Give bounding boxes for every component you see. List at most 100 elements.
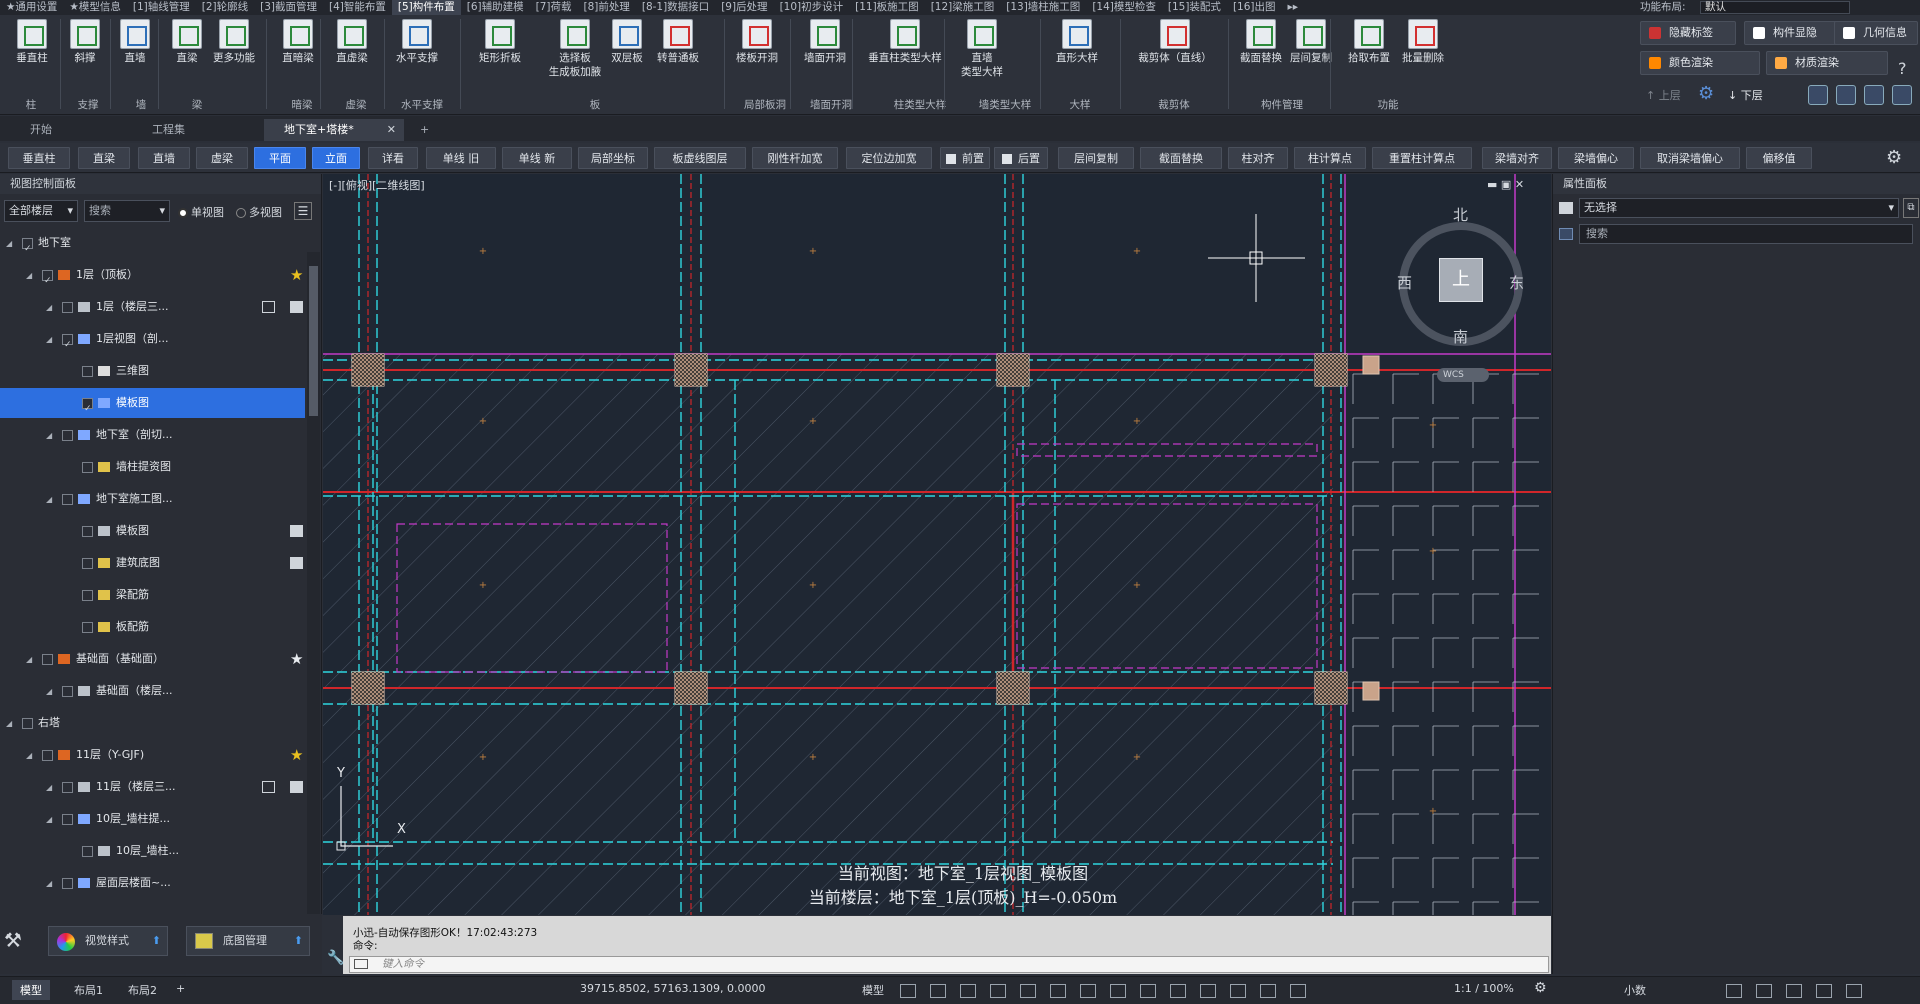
wrench-icon[interactable]: 🔧	[327, 950, 344, 966]
toolbar-button[interactable]: 截面替换	[1140, 147, 1222, 169]
floor-down-button[interactable]: ↓ 下层	[1728, 87, 1763, 103]
tree-item[interactable]: 建筑底图	[0, 548, 305, 578]
document-tab[interactable]: 开始	[0, 119, 130, 141]
menu-item[interactable]: [8]前处理	[577, 0, 635, 15]
grid-icon[interactable]	[900, 984, 916, 998]
quick-select-icon[interactable]: ⧉	[1903, 198, 1919, 218]
toolbar-button[interactable]: 垂直柱	[8, 147, 70, 169]
tree-item[interactable]: ◢ 基础面（基础面） ★	[0, 644, 305, 674]
menu-item[interactable]: ★模型信息	[63, 0, 126, 15]
annotation-scale[interactable]: 1:1 / 100%	[1454, 982, 1514, 995]
ribbon-button[interactable]: 水平支撑	[392, 19, 442, 65]
panel-menu-icon[interactable]: ☰	[294, 202, 312, 220]
view-option-icon[interactable]	[290, 781, 303, 793]
tree-checkbox[interactable]	[82, 589, 93, 601]
material-render-button[interactable]: 材质渲染	[1766, 51, 1888, 75]
ribbon-button[interactable]: 直暗梁	[280, 19, 316, 65]
scroll-thumb[interactable]	[309, 266, 318, 416]
expand-arrow-icon[interactable]: ◢	[46, 773, 56, 803]
document-tab[interactable]: 地下室+塔楼* ✕	[264, 119, 404, 141]
star-icon[interactable]: ★	[290, 740, 303, 770]
menu-item[interactable]: [8-1]数据接口	[636, 0, 715, 15]
menu-item[interactable]: [4]智能布置	[323, 0, 392, 15]
settings-gear-icon[interactable]: ⚙	[1698, 83, 1714, 104]
toolbar-button[interactable]: 详看	[368, 147, 418, 169]
panel-icon[interactable]	[1892, 85, 1912, 105]
tree-checkbox[interactable]	[62, 813, 73, 825]
link-icon[interactable]	[262, 301, 275, 313]
expand-arrow-icon[interactable]: ◢	[46, 677, 56, 707]
ribbon-button[interactable]: 直形大样	[1052, 19, 1102, 65]
ribbon-button[interactable]: 直梁	[172, 19, 202, 65]
expand-arrow-icon[interactable]: ◢	[46, 869, 56, 899]
tree-item[interactable]: ◢ 右塔	[0, 708, 305, 738]
add-layout-button[interactable]: +	[176, 982, 185, 995]
column[interactable]	[1362, 355, 1380, 375]
window-icon[interactable]	[1864, 85, 1884, 105]
ribbon-button[interactable]: 转普通板	[652, 19, 704, 65]
tree-checkbox[interactable]	[22, 717, 33, 729]
toolbar-button[interactable]: 平面	[254, 147, 306, 169]
menu-item[interactable]: [6]辅助建模	[461, 0, 530, 15]
tree-checkbox[interactable]	[82, 557, 93, 569]
menu-item[interactable]: [3]截面管理	[254, 0, 323, 15]
minimize-icon[interactable]: ▬	[1487, 178, 1497, 191]
tree-checkbox[interactable]	[42, 269, 53, 281]
menu-item[interactable]: [5]构件布置	[391, 0, 461, 15]
column[interactable]	[1362, 681, 1380, 701]
selection-filter-select[interactable]: 无选择 ▾	[1579, 198, 1899, 218]
tree-item[interactable]: 梁配筋	[0, 580, 305, 610]
toolbar-button[interactable]: 直梁	[78, 147, 130, 169]
base-map-button[interactable]: 底图管理 ⬆	[186, 926, 310, 956]
floor-up-button[interactable]: ↑ 上层	[1646, 87, 1681, 103]
ribbon-button[interactable]: 垂直柱	[12, 19, 52, 65]
toolbar-button[interactable]: 虚梁	[196, 147, 248, 169]
ribbon-button[interactable]: 斜撑	[70, 19, 100, 65]
tree-item[interactable]: ◢ 地下室施工图...	[0, 484, 305, 514]
tree-checkbox[interactable]	[82, 845, 93, 857]
tree-checkbox[interactable]	[62, 333, 73, 345]
expand-arrow-icon[interactable]: ◢	[46, 293, 56, 323]
toolbar-button[interactable]: 刚性杆加宽	[752, 147, 838, 169]
layout-tab[interactable]: 模型	[12, 980, 50, 1000]
hardware-icon[interactable]	[1756, 984, 1772, 998]
expand-arrow-icon[interactable]: ◢	[26, 741, 36, 771]
expand-arrow-icon[interactable]: ◢	[46, 325, 56, 355]
dyn-ucs-icon[interactable]	[1200, 984, 1216, 998]
tree-checkbox[interactable]	[62, 493, 73, 505]
tree-item[interactable]: ◢ 11层（Y-GJF) ★	[0, 740, 305, 770]
floor-filter-select[interactable]: 全部楼层 ▾	[4, 200, 78, 222]
document-tab[interactable]: 工程集	[132, 119, 262, 141]
geometry-info-button[interactable]: 几何信息	[1834, 21, 1918, 45]
menu-item[interactable]: [12]梁施工图	[925, 0, 1001, 15]
tree-checkbox[interactable]	[82, 461, 93, 473]
view-option-icon[interactable]	[290, 557, 303, 569]
ribbon-button[interactable]: 墙面开洞	[800, 19, 850, 65]
view-cube-top[interactable]: 上	[1439, 258, 1483, 302]
toolbar-button[interactable]: 柱对齐	[1228, 147, 1288, 169]
tree-item[interactable]: ◢ 地下室	[0, 228, 305, 258]
wcs-button[interactable]: WCS	[1437, 368, 1489, 382]
tree-checkbox[interactable]	[62, 301, 73, 313]
command-input[interactable]: 键入命令	[349, 956, 1549, 973]
tree-item[interactable]: 模板图	[0, 516, 305, 546]
menu-item[interactable]: [10]初步设计	[774, 0, 850, 15]
compass-west[interactable]: 西	[1397, 272, 1412, 293]
layout-select[interactable]: 默认	[1700, 1, 1850, 14]
color-render-button[interactable]: 颜色渲染	[1640, 51, 1760, 75]
fullscreen-icon[interactable]	[1846, 984, 1862, 998]
ortho-icon[interactable]	[960, 984, 976, 998]
units-select[interactable]: 小数	[1624, 982, 1646, 998]
star-icon[interactable]: ★	[290, 644, 303, 674]
command-menu-icon[interactable]	[354, 959, 368, 969]
tree-checkbox[interactable]	[62, 781, 73, 793]
toolbar-button[interactable]: 重置柱计算点	[1372, 147, 1472, 169]
hide-tags-button[interactable]: 隐藏标签	[1640, 21, 1736, 45]
compass-north[interactable]: 北	[1453, 204, 1468, 225]
expand-arrow-icon[interactable]: ◢	[26, 261, 36, 291]
tree-item[interactable]: ◢ 11层（楼层三...	[0, 772, 305, 802]
star-icon[interactable]: ★	[290, 260, 303, 290]
tree-checkbox[interactable]	[62, 877, 73, 889]
otrack-icon[interactable]	[1050, 984, 1066, 998]
toolbar-button[interactable]: 单线 新	[502, 147, 572, 169]
